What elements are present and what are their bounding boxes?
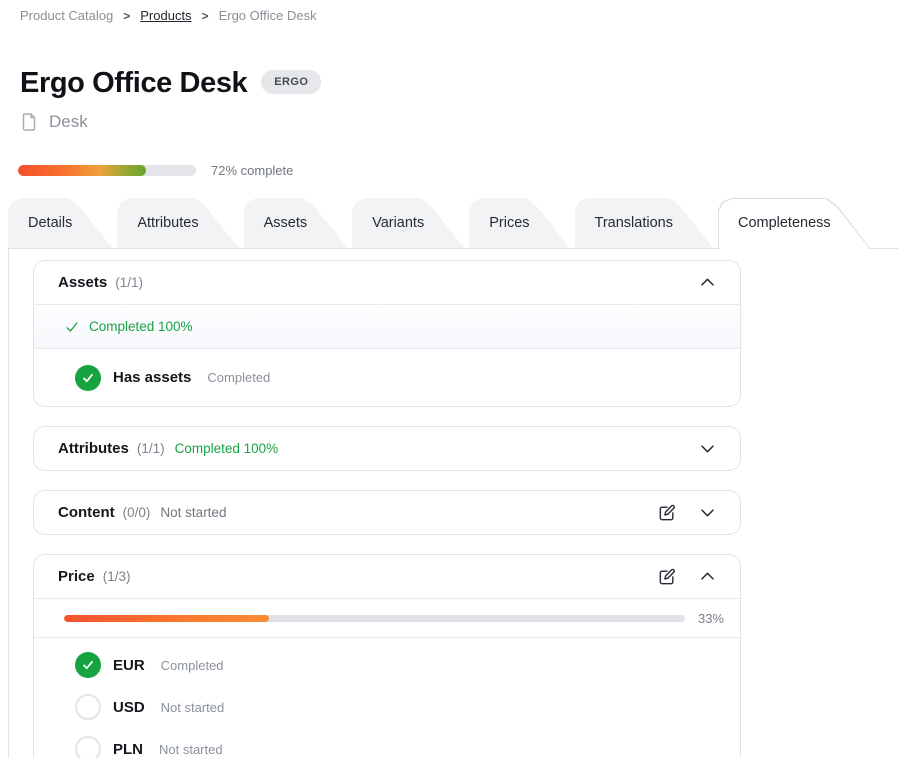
tab-translations[interactable]: Translations	[575, 198, 715, 248]
tab-label: Assets	[264, 215, 308, 231]
panel-count: (1/1)	[115, 275, 143, 290]
tab-attributes[interactable]: Attributes	[117, 198, 240, 248]
assets-item-has-assets: Has assets Completed	[34, 349, 740, 406]
panel-title: Attributes	[58, 440, 129, 457]
item-status: Not started	[161, 700, 225, 715]
accordion-price: Price (1/3) 33%	[33, 554, 741, 758]
chevron-up-icon[interactable]	[696, 566, 718, 588]
empty-circle-icon	[75, 736, 101, 758]
panel-count: (1/1)	[137, 441, 165, 456]
item-name: EUR	[113, 657, 145, 674]
price-progress-fill	[64, 615, 269, 622]
tab-variants[interactable]: Variants	[352, 198, 466, 248]
item-status: Completed	[161, 658, 224, 673]
check-circle-icon	[75, 652, 101, 678]
panel-status: Not started	[160, 505, 226, 520]
price-progress-label: 33%	[698, 611, 724, 626]
tab-assets[interactable]: Assets	[244, 198, 350, 248]
breadcrumb-item-current: Ergo Office Desk	[219, 8, 317, 23]
price-progress-row: 33%	[34, 599, 740, 637]
tab-label: Prices	[489, 215, 529, 231]
tab-label: Details	[28, 215, 72, 231]
assets-summary-label: Completed 100%	[89, 319, 193, 334]
accordion-assets-header[interactable]: Assets (1/1)	[34, 261, 740, 304]
title-row: Ergo Office Desk ERGO	[20, 68, 321, 100]
panel-status: Completed 100%	[175, 441, 279, 456]
completeness-progress-label: 72% complete	[211, 163, 293, 178]
accordion-attributes-header[interactable]: Attributes (1/1) Completed 100%	[34, 427, 740, 470]
breadcrumb-item-product-catalog[interactable]: Product Catalog	[20, 8, 113, 23]
panel-title: Content	[58, 504, 115, 521]
tab-prices[interactable]: Prices	[469, 198, 571, 248]
price-item-usd: USD Not started	[34, 686, 740, 728]
accordion-assets: Assets (1/1) Completed 100% Has assets	[33, 260, 741, 407]
accordion-content-header[interactable]: Content (0/0) Not started	[34, 491, 740, 534]
accordion-price-header[interactable]: Price (1/3)	[34, 555, 740, 598]
edit-icon[interactable]	[656, 566, 678, 588]
assets-summary-row: Completed 100%	[34, 305, 740, 348]
check-icon	[64, 319, 80, 335]
panel-count: (1/3)	[103, 569, 131, 584]
breadcrumb-separator: >	[123, 9, 130, 23]
family-row: Desk	[19, 112, 88, 132]
completeness-progress-fill	[18, 165, 146, 176]
item-name: PLN	[113, 741, 143, 758]
panel-title: Price	[58, 568, 95, 585]
product-page: Product Catalog > Products > Ergo Office…	[0, 0, 898, 758]
price-item-pln: PLN Not started	[34, 728, 740, 758]
chevron-down-icon[interactable]	[696, 502, 718, 524]
accordion-attributes: Attributes (1/1) Completed 100%	[33, 426, 741, 471]
price-progressbar	[64, 615, 685, 622]
completeness-progress-row: 72% complete	[18, 163, 293, 178]
tab-label: Attributes	[137, 215, 198, 231]
tab-label: Completeness	[738, 215, 831, 231]
item-name: Has assets	[113, 369, 191, 386]
tab-bar: Details Attributes Assets Variants Price…	[8, 198, 898, 248]
chevron-down-icon[interactable]	[696, 438, 718, 460]
price-items: EUR Completed USD Not started PLN Not st…	[34, 638, 740, 758]
tab-completeness[interactable]: Completeness	[718, 198, 873, 248]
panel-title: Assets	[58, 274, 107, 291]
breadcrumb-separator: >	[202, 9, 209, 23]
item-status: Completed	[207, 370, 270, 385]
chevron-up-icon[interactable]	[696, 272, 718, 294]
item-status: Not started	[159, 742, 223, 757]
panel-count: (0/0)	[123, 505, 151, 520]
item-name: USD	[113, 699, 145, 716]
accordion-content: Content (0/0) Not started	[33, 490, 741, 535]
file-icon	[19, 112, 39, 132]
breadcrumb-item-products[interactable]: Products	[140, 8, 191, 23]
empty-circle-icon	[75, 694, 101, 720]
completeness-panel: Assets (1/1) Completed 100% Has assets	[8, 248, 898, 758]
tab-label: Translations	[595, 215, 673, 231]
price-item-eur: EUR Completed	[34, 644, 740, 686]
edit-icon[interactable]	[656, 502, 678, 524]
breadcrumb: Product Catalog > Products > Ergo Office…	[20, 8, 317, 23]
tab-label: Variants	[372, 215, 424, 231]
product-code-badge: ERGO	[261, 70, 321, 94]
family-label: Desk	[49, 112, 88, 132]
completeness-progressbar	[18, 165, 196, 176]
check-circle-icon	[75, 365, 101, 391]
tab-details[interactable]: Details	[8, 198, 114, 248]
page-title: Ergo Office Desk	[20, 68, 247, 100]
